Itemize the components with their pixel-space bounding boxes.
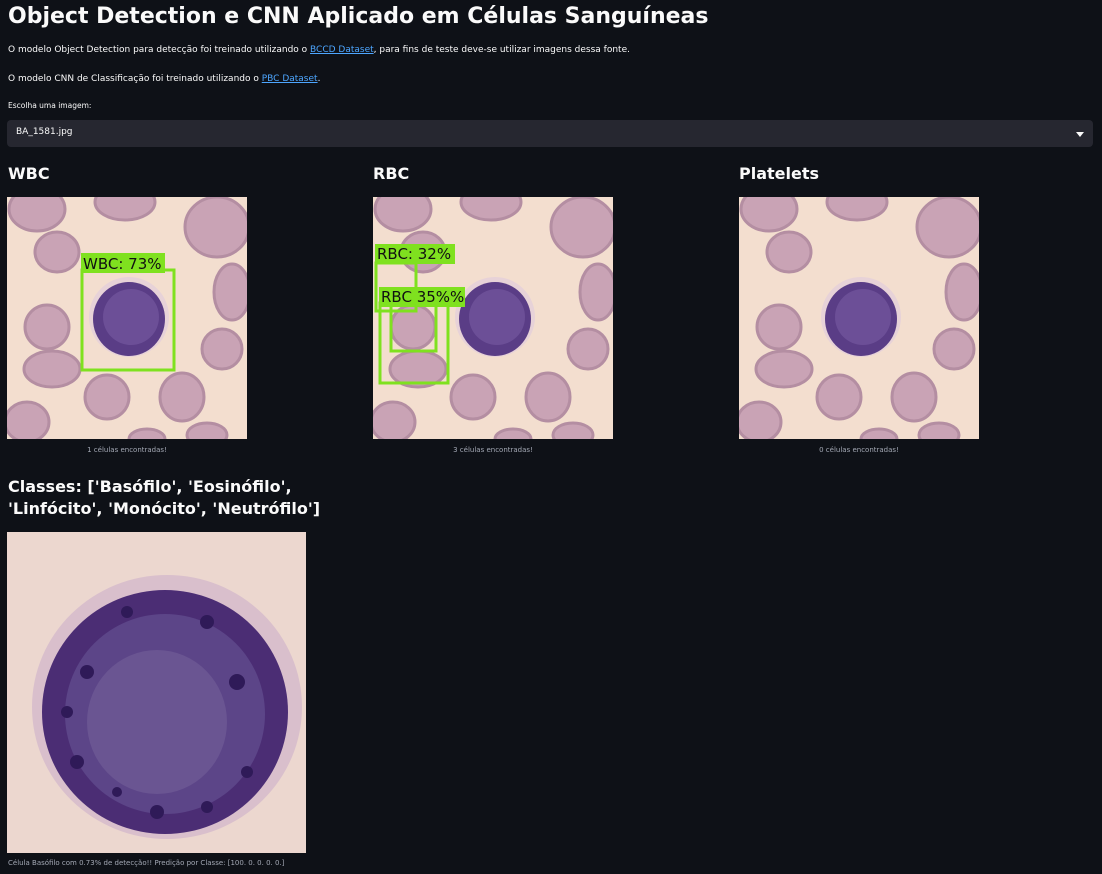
rbc-heading: RBC [373, 164, 410, 183]
platelets-heading: Platelets [739, 164, 820, 183]
platelets-detection-image [739, 197, 979, 439]
wbc-caption: 1 células encontradas! [87, 446, 167, 454]
intro-text: , para fins de teste deve-se utilizar im… [373, 45, 630, 55]
bccd-dataset-link[interactable]: BCCD Dataset [310, 45, 374, 55]
image-select-value: BA_1581.jpg [16, 127, 73, 137]
intro-paragraph-object-detection: O modelo Object Detection para detecção … [8, 45, 630, 55]
rbc-box-label-1: RBC: 32% [377, 245, 451, 263]
platelets-caption: 0 células encontradas! [819, 446, 899, 454]
wbc-box-label: WBC: 73% [83, 255, 162, 273]
intro-text: O modelo CNN de Classificação foi treina… [8, 74, 262, 84]
chevron-down-icon[interactable] [1076, 132, 1084, 137]
rbc-caption: 3 células encontradas! [453, 446, 533, 454]
classification-caption: Célula Basófilo com 0.73% de detecção!! … [8, 859, 285, 867]
image-select[interactable]: BA_1581.jpg [7, 120, 1093, 147]
page-title: Object Detection e CNN Aplicado em Célul… [8, 4, 709, 29]
intro-text: . [317, 74, 321, 84]
classes-heading: Classes: ['Basófilo', 'Eosinófilo', 'Lin… [8, 477, 321, 518]
wbc-detection-image: WBC: 73% [7, 197, 247, 439]
rbc-detection-image: RBC: 32% RBC 35%% [373, 197, 613, 439]
classified-cell-image [7, 532, 306, 853]
intro-paragraph-cnn: O modelo CNN de Classificação foi treina… [8, 74, 320, 84]
pbc-dataset-link[interactable]: PBC Dataset [262, 74, 318, 84]
image-select-label: Escolha uma imagem: [8, 101, 92, 110]
rbc-box-label-2: RBC 35%% [381, 288, 464, 306]
wbc-heading: WBC [8, 164, 50, 183]
intro-text: O modelo Object Detection para detecção … [8, 45, 311, 55]
